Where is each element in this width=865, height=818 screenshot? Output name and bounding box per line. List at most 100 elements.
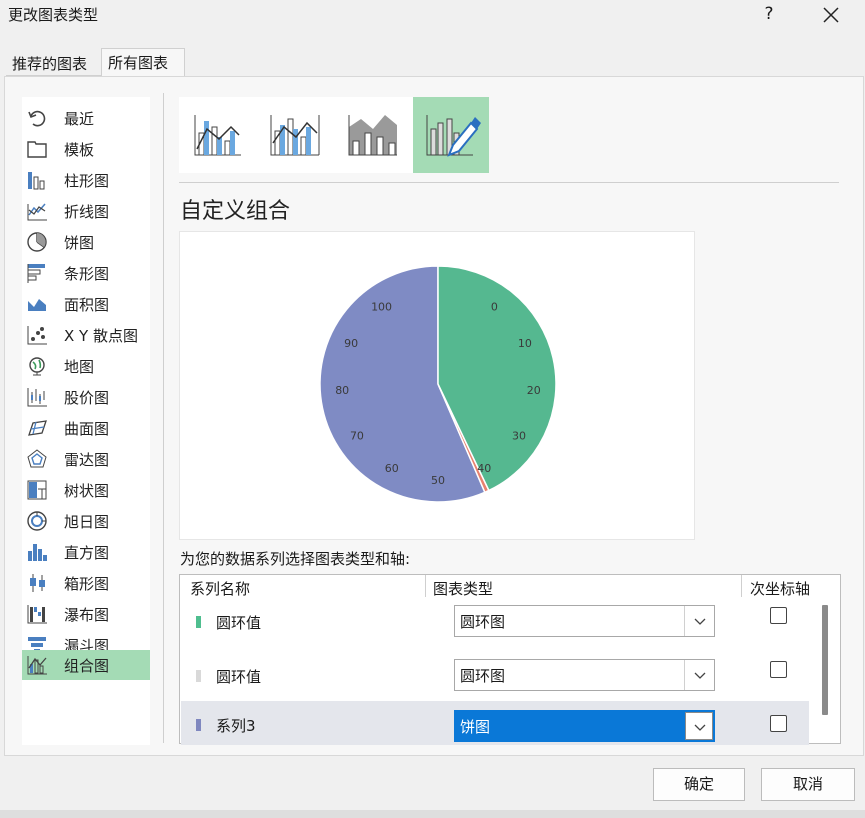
header-series-name: 系列名称	[190, 580, 251, 598]
secondary-axis-checkbox[interactable]	[770, 661, 787, 678]
combo-subtype-custom[interactable]	[413, 97, 489, 173]
treemap-chart-icon	[27, 480, 47, 500]
pie-chart-icon	[27, 232, 47, 252]
tick-label: 20	[527, 384, 541, 397]
series-color-swatch	[196, 616, 201, 628]
tab-recommended-charts[interactable]: 推荐的图表	[6, 50, 101, 76]
chart-type-item-column[interactable]: 柱形图	[22, 165, 150, 195]
tab-all-charts[interactable]: 所有图表	[101, 48, 185, 76]
series-row[interactable]: 圆环值 圆环图	[181, 600, 809, 652]
tick-label: 80	[335, 384, 349, 397]
chart-type-item-combo[interactable]: 组合图	[22, 650, 150, 680]
tick-label: 40	[477, 462, 491, 475]
chart-type-item-sunburst[interactable]: 旭日图	[22, 506, 150, 536]
chart-type-value: 饼图	[460, 718, 491, 736]
chart-type-item-template[interactable]: 模板	[22, 134, 150, 164]
chart-type-item-waterfall[interactable]: 瀑布图	[22, 599, 150, 629]
chart-type-item-pie[interactable]: 饼图	[22, 227, 150, 257]
close-button[interactable]	[812, 0, 850, 30]
chart-type-label: 直方图	[64, 544, 110, 562]
series-prompt: 为您的数据系列选择图表类型和轴:	[180, 550, 411, 568]
chart-type-label: 曲面图	[64, 420, 110, 438]
horizontal-divider	[179, 182, 839, 183]
tick-label: 60	[385, 462, 399, 475]
tick-label: 10	[518, 337, 532, 350]
cancel-button[interactable]: 取消	[761, 768, 855, 801]
waterfall-chart-icon	[27, 605, 47, 624]
tick-label: 90	[344, 337, 358, 350]
chart-type-item-stock[interactable]: 股价图	[22, 382, 150, 412]
stock-chart-icon	[27, 388, 47, 407]
histogram-chart-icon	[28, 544, 47, 561]
combo-subtype-clustered-column-line[interactable]	[179, 97, 255, 173]
recent-icon	[28, 110, 46, 127]
series-row[interactable]: 圆环值 圆环图	[181, 654, 809, 706]
chart-type-item-box-whisker[interactable]: 箱形图	[22, 568, 150, 598]
surface-chart-icon	[28, 420, 47, 436]
ok-button[interactable]: 确定	[653, 768, 745, 801]
chart-type-label: 树状图	[64, 482, 110, 500]
dialog-panel: 最近 模板 柱形图 折线图 饼图 条形图 面积图 X Y 散点图 地图 股价图 …	[4, 76, 864, 756]
column-chart-icon	[28, 172, 45, 190]
chevron-down-icon	[694, 672, 706, 679]
chart-type-label: 面积图	[64, 296, 110, 314]
combo-chart-icon	[27, 656, 47, 675]
series-color-swatch	[196, 670, 201, 682]
chart-type-item-radar[interactable]: 雷达图	[22, 444, 150, 474]
chart-type-item-scatter[interactable]: X Y 散点图	[22, 320, 150, 350]
custom-combination-icon	[426, 115, 481, 157]
chart-type-list: 最近 模板 柱形图 折线图 饼图 条形图 面积图 X Y 散点图 地图 股价图 …	[22, 97, 150, 745]
series-name: 圆环值	[216, 668, 262, 686]
vertical-divider	[163, 93, 164, 743]
chart-type-label: 旭日图	[64, 513, 110, 531]
chart-type-label: 组合图	[64, 657, 110, 675]
chart-type-item-histogram[interactable]: 直方图	[22, 537, 150, 567]
chart-type-label: 模板	[64, 141, 95, 159]
dialog-title: 更改图表类型	[8, 6, 99, 24]
help-button[interactable]: ?	[752, 0, 786, 30]
series-row[interactable]: 系列3 饼图	[181, 701, 809, 745]
bottom-strip	[0, 810, 865, 818]
pie-chart: 0 10 20 30 40 50 60 70 80 90 100	[319, 265, 557, 503]
chart-type-label: 条形图	[64, 265, 110, 283]
secondary-axis-checkbox[interactable]	[770, 715, 787, 732]
chart-type-value: 圆环图	[460, 667, 506, 685]
chart-type-item-surface[interactable]: 曲面图	[22, 413, 150, 443]
scrollbar-thumb[interactable]	[822, 605, 828, 715]
chart-type-select[interactable]: 饼图	[454, 710, 715, 742]
area-chart-icon	[28, 299, 46, 311]
chart-type-select[interactable]: 圆环图	[454, 659, 715, 691]
tick-label: 100	[371, 300, 392, 313]
series-color-swatch	[196, 719, 201, 731]
secondary-axis-checkbox[interactable]	[770, 607, 787, 624]
combo-title: 自定义组合	[180, 199, 291, 224]
combo-subtype-clustered-column-line-secondary[interactable]	[257, 97, 333, 173]
box-whisker-chart-icon	[30, 574, 45, 592]
vertical-scrollbar[interactable]	[816, 601, 836, 743]
template-icon	[27, 141, 47, 158]
chart-type-select[interactable]: 圆环图	[454, 605, 715, 637]
chart-type-label: 柱形图	[64, 172, 110, 190]
chart-type-item-treemap[interactable]: 树状图	[22, 475, 150, 505]
scatter-chart-icon	[27, 326, 47, 345]
sunburst-chart-icon	[27, 511, 47, 531]
tick-label: 70	[350, 429, 364, 442]
chart-type-item-map[interactable]: 地图	[22, 351, 150, 381]
chart-preview: 0 10 20 30 40 50 60 70 80 90 100	[179, 231, 695, 540]
stacked-area-clustered-column-icon	[348, 115, 397, 156]
title-bar: 更改图表类型 ?	[0, 0, 865, 30]
tick-label: 30	[512, 429, 526, 442]
chart-type-label: 雷达图	[64, 451, 110, 469]
chart-type-label: 地图	[64, 358, 95, 376]
dropdown-button[interactable]	[684, 660, 714, 690]
chevron-down-icon	[694, 724, 706, 731]
chart-type-item-line[interactable]: 折线图	[22, 196, 150, 226]
chart-type-item-area[interactable]: 面积图	[22, 289, 150, 319]
chart-type-label: X Y 散点图	[64, 327, 138, 345]
dropdown-button[interactable]	[685, 712, 713, 740]
chart-type-label: 股价图	[64, 389, 110, 407]
chart-type-item-bar[interactable]: 条形图	[22, 258, 150, 288]
combo-subtype-stacked-area-clustered-column[interactable]	[335, 97, 411, 173]
chart-type-item-recent[interactable]: 最近	[22, 103, 150, 133]
dropdown-button[interactable]	[684, 606, 714, 636]
